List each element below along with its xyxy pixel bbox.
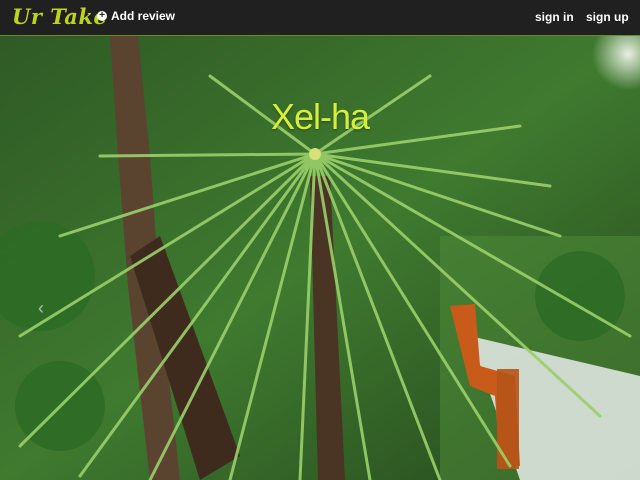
previous-slide-arrow-icon[interactable]: ‹ [38,298,44,319]
place-title: Xel-ha [270,96,370,137]
add-review-button[interactable]: + Add review [97,9,175,23]
site-logo[interactable]: Ur Take [12,4,107,29]
hero-photo: Xel-ha ‹ [0,36,640,480]
sign-up-link[interactable]: sign up [586,10,629,24]
plus-circle-icon: + [97,11,107,21]
add-review-label: Add review [111,9,176,23]
sign-in-link[interactable]: sign in [535,10,574,24]
top-navbar: Ur Take + Add review sign in sign up [0,0,640,36]
